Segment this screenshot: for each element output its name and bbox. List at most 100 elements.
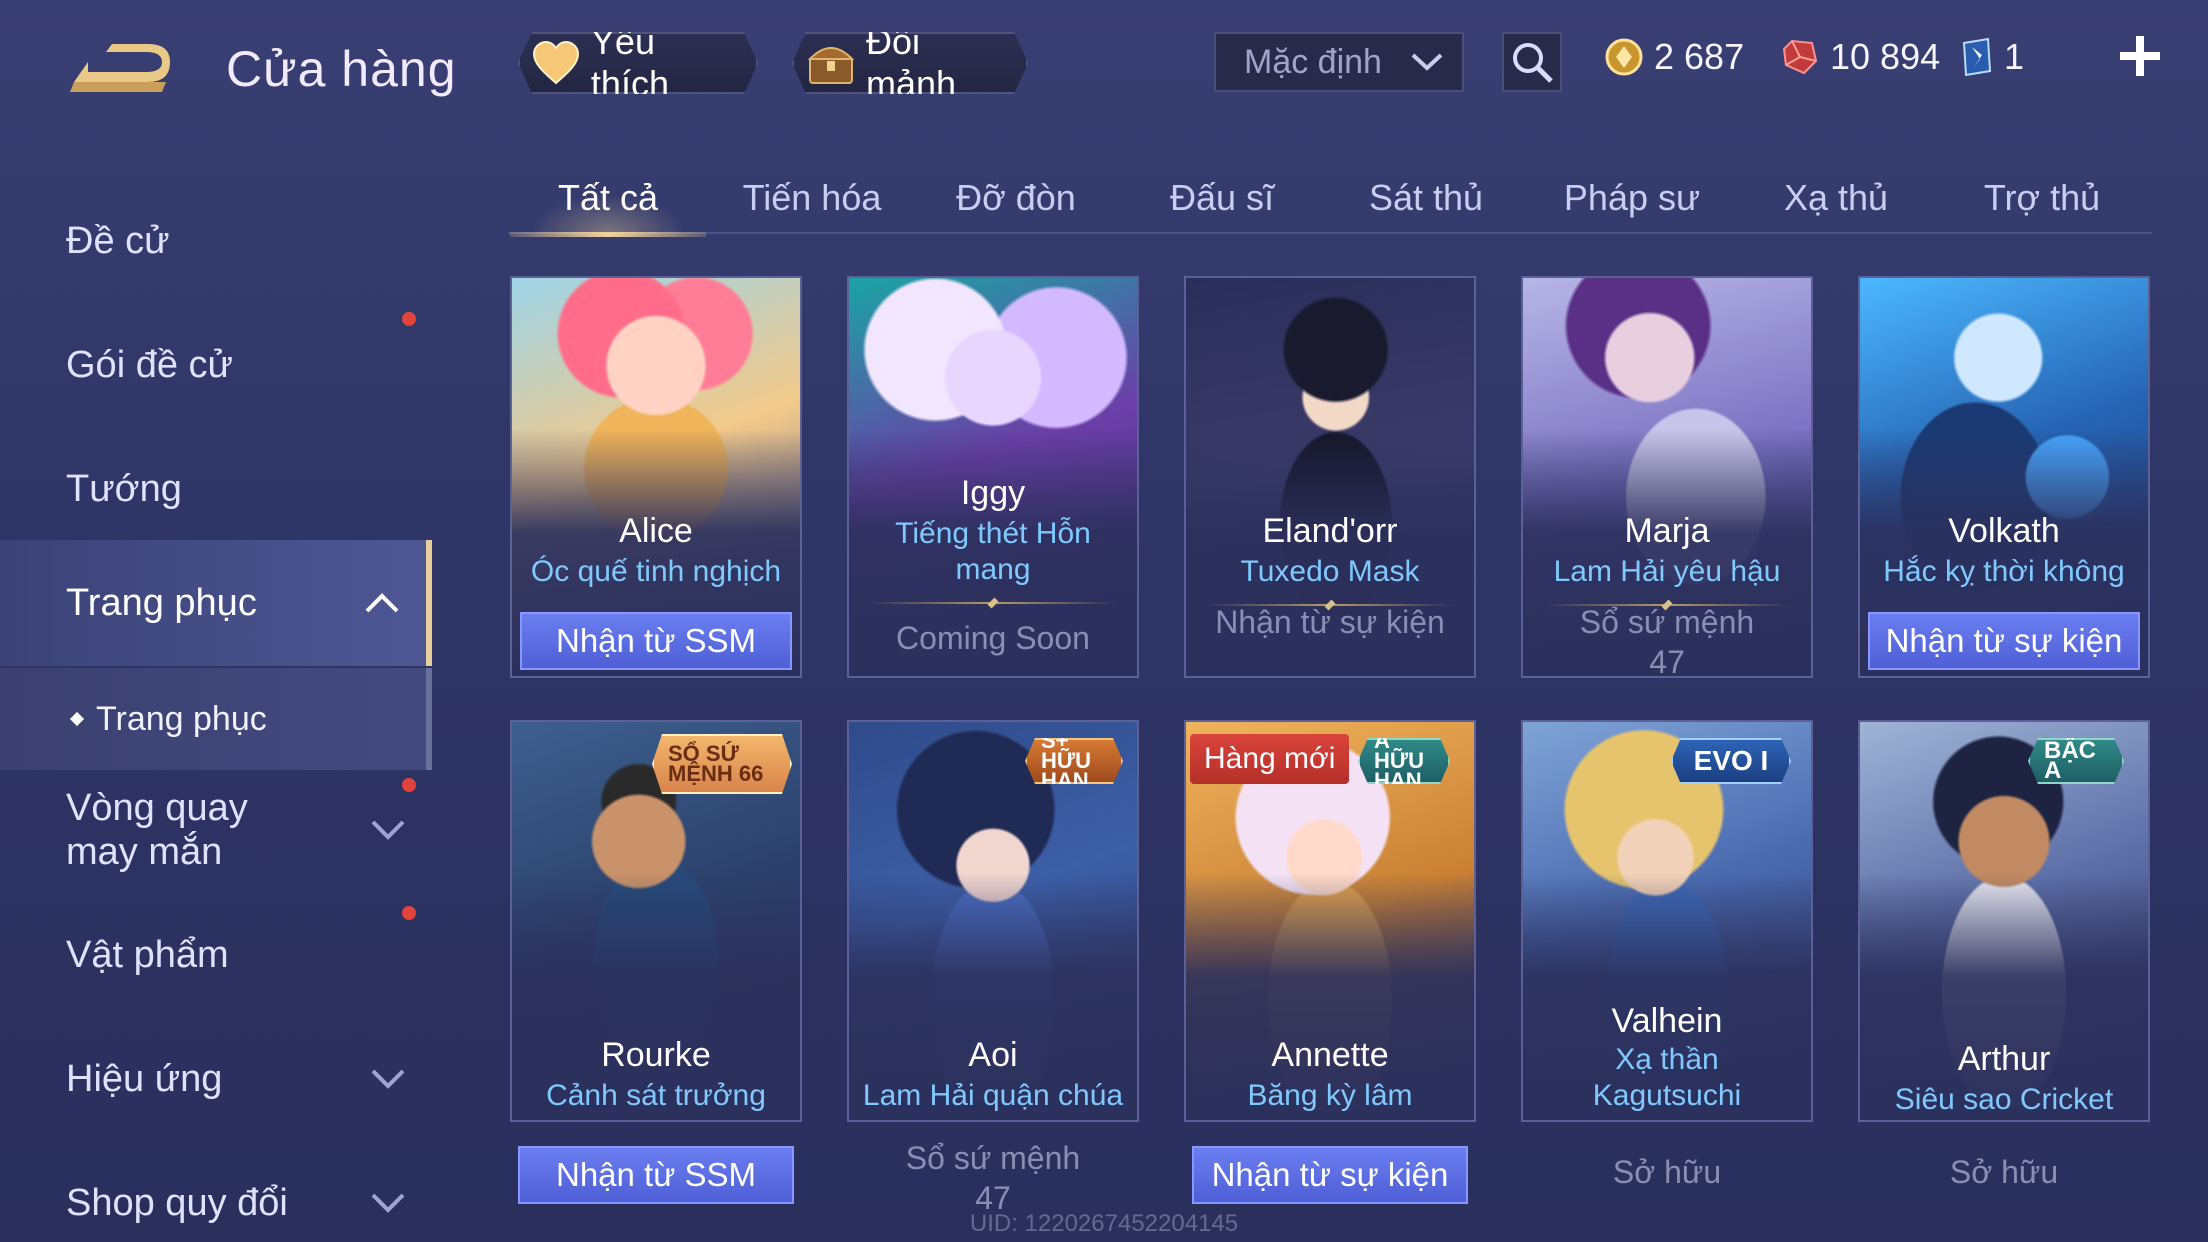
skin-name: Băng kỳ lâm	[1247, 1079, 1413, 1112]
tab-tank[interactable]: Đỡ đòn	[918, 162, 1114, 234]
ownership-status: Sở hữu	[1612, 1154, 1722, 1190]
sidebar-item-effects[interactable]: Hiệu ứng	[0, 1024, 432, 1134]
skin-name: Tiếng thét Hỗn mang	[895, 517, 1091, 586]
bullet-icon	[69, 711, 85, 727]
sidebar-item-featured-bundles[interactable]: Gói đề cử	[0, 310, 432, 420]
tab-mage[interactable]: Pháp sư	[1534, 162, 1730, 234]
user-id: UID: 1220267452204145	[969, 1210, 1239, 1237]
availability-status: Nhận từ sự kiện	[1215, 604, 1445, 640]
sidebar-item-label: Đề cử	[66, 219, 170, 262]
sidebar-item-label: Hiệu ứng	[66, 1057, 223, 1100]
chevron-down-icon	[371, 820, 405, 840]
ownership-status: Sở hữu	[1949, 1154, 2059, 1190]
hero-name: Arthur	[1957, 1040, 2051, 1078]
skin-name: Cảnh sát trưởng	[546, 1079, 766, 1112]
chevron-down-icon	[1411, 53, 1443, 71]
sidebar-item-lucky-spin[interactable]: Vòng quay may mắn	[0, 770, 432, 890]
destiny-book-badge: SỔ SỨ MỆNH 66	[652, 734, 792, 794]
skin-name: Xạ thần Kagutsuchi	[1592, 1043, 1742, 1112]
sidebar-subitem-skins[interactable]: Trang phục	[0, 668, 432, 770]
hero-name: Aoi	[968, 1036, 1018, 1074]
hero-name: Rourke	[601, 1036, 711, 1074]
plus-icon[interactable]	[2118, 34, 2162, 78]
skin-name: Siêu sao Cricket	[1894, 1083, 2114, 1116]
skin-name: Lam Hải yêu hậu	[1553, 555, 1781, 588]
skin-card[interactable]: Iggy Tiếng thét Hỗn mang Coming Soon	[847, 276, 1139, 678]
get-from-ssm-button[interactable]: Nhận từ SSM	[520, 612, 792, 670]
get-from-ssm-button[interactable]: Nhận từ SSM	[518, 1146, 794, 1204]
sidebar-item-label: Vòng quay may mắn	[66, 787, 248, 873]
tier-badge: A HỮU HẠN	[1358, 738, 1450, 784]
skin-card[interactable]: Marja Lam Hải yêu hậu Sổ sứ mệnh 47	[1521, 276, 1813, 678]
sidebar-subitem-label: Trang phục	[96, 699, 267, 738]
skin-card[interactable]: BẬC A Arthur Siêu sao Cricket	[1858, 720, 2150, 1122]
skin-name: Lam Hải quận chúa	[862, 1079, 1124, 1112]
availability-status: Coming Soon	[896, 620, 1090, 656]
hero-name: Volkath	[1948, 512, 2060, 550]
skin-card[interactable]: Alice Óc quế tinh nghịch Nhận từ SSM	[510, 276, 802, 678]
availability-status: Sổ sứ mệnh 47	[905, 1140, 1081, 1216]
shard-amount: 1	[2004, 36, 2025, 77]
skin-card[interactable]: Volkath Hắc kỵ thời không Nhận từ sự kiệ…	[1858, 276, 2150, 678]
page-title: Cửa hàng	[226, 41, 457, 97]
sort-selected-value: Mặc định	[1244, 42, 1382, 81]
tab-all[interactable]: Tất cả	[510, 162, 706, 237]
skin-card[interactable]: SỔ SỨ MỆNH 66 Rourke Cảnh sát trưởng	[510, 720, 802, 1122]
tab-assassin[interactable]: Sát thủ	[1328, 162, 1524, 234]
evolution-badge: EVO I	[1671, 738, 1791, 784]
skin-card[interactable]: EVO I Valhein Xạ thần Kagutsuchi	[1521, 720, 1813, 1122]
shard-icon	[1962, 37, 1992, 77]
gold-balance: 2 687	[1604, 36, 1744, 78]
hero-name: Valhein	[1611, 1002, 1723, 1040]
availability-status: Sổ sứ mệnh 47	[1579, 604, 1755, 678]
sidebar-item-skins[interactable]: Trang phục	[0, 540, 432, 666]
shard-exchange-button[interactable]: Đổi mảnh	[792, 32, 1028, 94]
category-tabs: Tất cả Tiến hóa Đỡ đòn Đấu sĩ Sát thủ Ph…	[508, 162, 2152, 237]
top-bar: Cửa hàng Yêu thích Đổi mảnh Mặc định 2 6…	[0, 0, 2208, 130]
shard-exchange-label: Đổi mảnh	[866, 21, 957, 104]
back-arrow-icon[interactable]	[66, 40, 176, 100]
sidebar-item-label: Tướng	[66, 467, 182, 510]
get-from-event-button[interactable]: Nhận từ sự kiện	[1192, 1146, 1468, 1204]
notification-dot	[402, 312, 416, 326]
tier-badge: BẬC A	[2028, 738, 2124, 784]
favorites-label: Yêu thích	[590, 21, 669, 104]
sidebar-item-label: Trang phục	[66, 581, 257, 624]
voucher-gem-icon	[1782, 39, 1818, 75]
favorites-button[interactable]: Yêu thích	[518, 32, 758, 94]
gold-coin-icon	[1605, 38, 1643, 76]
sidebar-item-featured[interactable]: Đề cử	[0, 186, 432, 296]
notification-dot	[402, 906, 416, 920]
hero-name: Eland'orr	[1262, 512, 1398, 550]
shard-balance: 1	[1958, 36, 2024, 78]
voucher-amount: 10 894	[1830, 36, 1941, 77]
chevron-down-icon	[371, 1069, 405, 1089]
tab-evolution[interactable]: Tiến hóa	[714, 162, 910, 234]
sidebar-item-label: Gói đề cử	[66, 343, 233, 386]
skin-name: Óc quế tinh nghịch	[530, 555, 782, 588]
skin-card[interactable]: Hàng mới A HỮU HẠN Annette Băng kỳ lâm	[1184, 720, 1476, 1122]
sort-dropdown[interactable]: Mặc định	[1214, 32, 1464, 92]
new-item-badge: Hàng mới	[1190, 734, 1350, 784]
skin-card[interactable]: S+ HỮU HẠN Aoi Lam Hải quận chúa	[847, 720, 1139, 1122]
chest-icon	[806, 37, 856, 89]
tab-marksman[interactable]: Xạ thủ	[1738, 162, 1934, 234]
search-button[interactable]	[1502, 32, 1562, 92]
hero-name: Alice	[619, 512, 693, 550]
skin-card[interactable]: Eland'orr Tuxedo Mask Nhận từ sự kiện	[1184, 276, 1476, 678]
sidebar-item-label: Vật phẩm	[66, 933, 229, 976]
sidebar: Đề cử Gói đề cử Tướng Trang phục Trang p…	[0, 170, 432, 1242]
tier-badge: S+ HỮU HẠN	[1025, 738, 1123, 784]
tab-support[interactable]: Trợ thủ	[1944, 162, 2140, 234]
get-from-event-button[interactable]: Nhận từ sự kiện	[1868, 612, 2140, 670]
skin-name: Tuxedo Mask	[1240, 555, 1420, 588]
skin-grid: Alice Óc quế tinh nghịch Nhận từ SSM Igg…	[510, 276, 2150, 1216]
tab-fighter[interactable]: Đấu sĩ	[1124, 162, 1320, 234]
hero-name: Marja	[1624, 512, 1710, 550]
voucher-balance: 10 894	[1780, 36, 1940, 78]
notification-dot	[402, 778, 416, 792]
sidebar-item-items[interactable]: Vật phẩm	[0, 900, 432, 1010]
hero-name: Iggy	[960, 474, 1026, 512]
sidebar-item-heroes[interactable]: Tướng	[0, 434, 432, 544]
search-icon	[1513, 43, 1553, 83]
